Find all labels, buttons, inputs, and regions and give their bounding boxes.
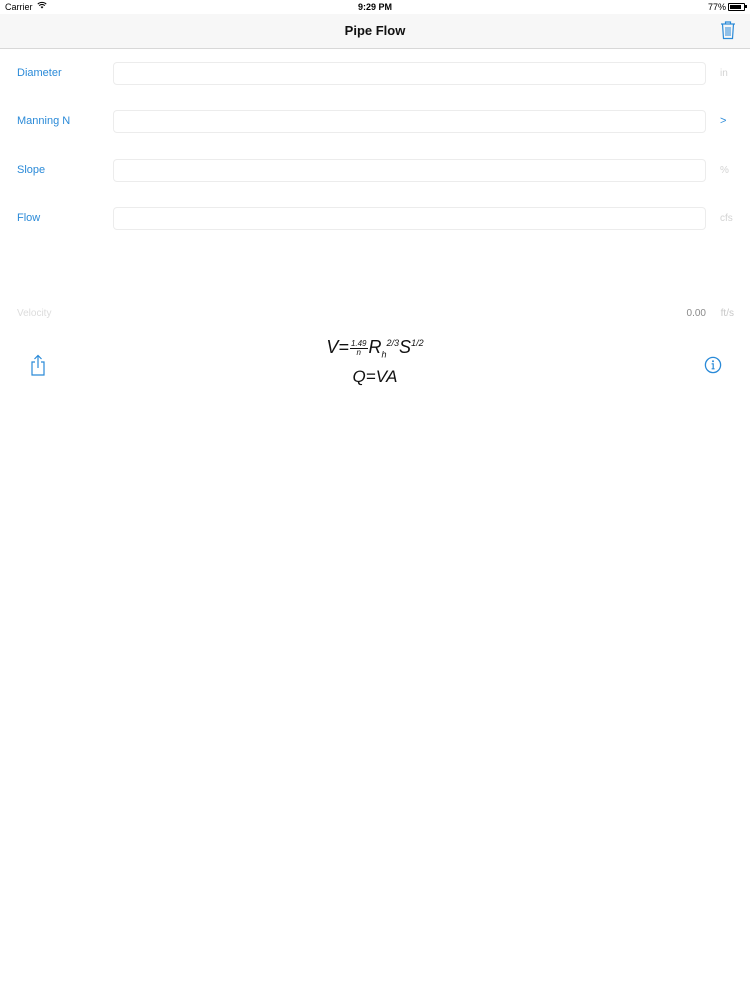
flow-label: Flow: [17, 212, 41, 224]
formula-v-prefix: V=: [326, 337, 349, 357]
formula-r: R: [368, 337, 382, 357]
page-title: Pipe Flow: [344, 23, 406, 38]
diameter-row: Diameter in: [0, 62, 750, 86]
flow-input[interactable]: [113, 207, 706, 230]
battery-percent: 77%: [707, 2, 726, 12]
formula-fraction: 1.49 n: [349, 339, 368, 357]
slope-input[interactable]: [113, 159, 706, 182]
diameter-input[interactable]: [113, 62, 706, 85]
velocity-unit: ft/s: [720, 308, 734, 319]
formula-r-subscript: h: [381, 349, 387, 360]
manning-n-input[interactable]: [113, 110, 706, 133]
status-bar: Carrier 9:29 PM 77%: [0, 0, 750, 14]
info-icon[interactable]: [704, 356, 722, 374]
manning-n-label: Manning N: [17, 115, 71, 127]
flow-unit: cfs: [720, 213, 733, 224]
velocity-row: Velocity 0.00 ft/s: [0, 308, 750, 324]
status-time: 9:29 PM: [357, 2, 392, 12]
velocity-value: 0.00: [686, 308, 706, 319]
manning-row: Manning N >: [0, 110, 750, 134]
battery-icon: [728, 3, 747, 11]
flow-formula: Q=VA: [352, 367, 398, 386]
navigation-bar: Pipe Flow: [0, 14, 750, 49]
slope-unit: %: [720, 165, 729, 176]
formula-r-superscript: 2/3: [386, 338, 400, 348]
diameter-label: Diameter: [17, 67, 62, 79]
diameter-unit: in: [720, 68, 728, 79]
trash-icon[interactable]: [720, 20, 736, 40]
slope-label: Slope: [17, 164, 46, 176]
formula-s: S: [399, 337, 412, 357]
manning-n-picker-button[interactable]: >: [720, 115, 726, 127]
formula-s-superscript: 1/2: [411, 338, 424, 348]
flow-row: Flow cfs: [0, 207, 750, 231]
velocity-label: Velocity: [17, 308, 52, 319]
velocity-formula: V= 1.49 n Rh2/3S1/2: [0, 337, 750, 360]
slope-row: Slope %: [0, 159, 750, 183]
formula-fraction-denominator: n: [356, 347, 361, 357]
